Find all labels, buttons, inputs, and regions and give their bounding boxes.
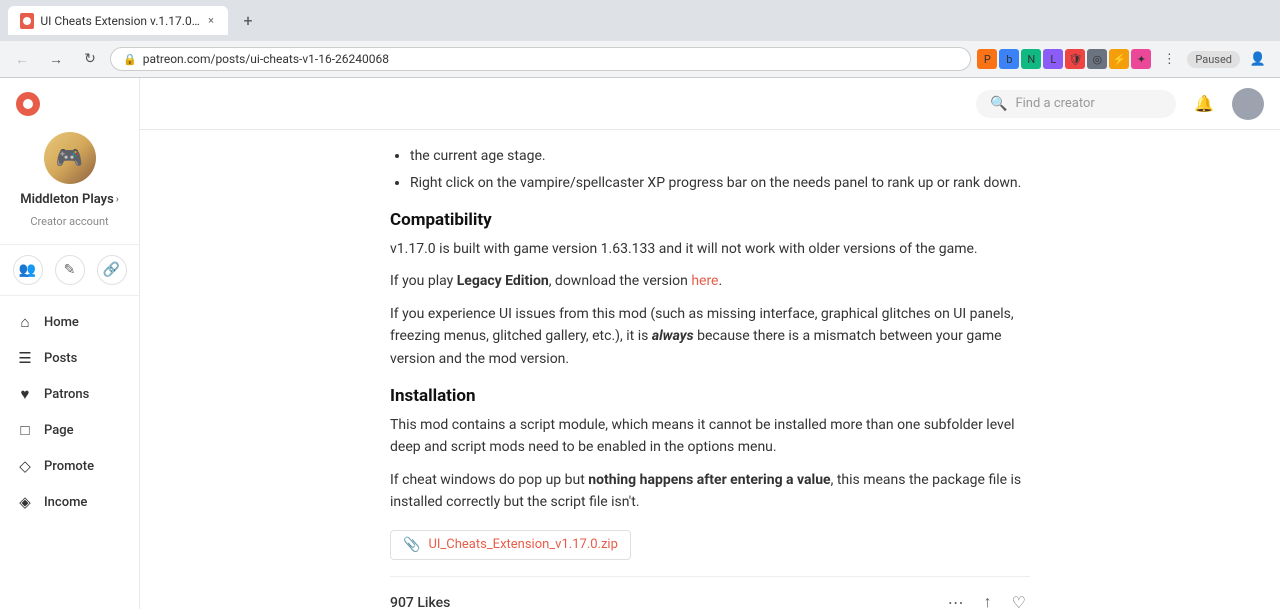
attachment-icon: 📎	[403, 537, 420, 553]
sidebar-item-promote-label: Promote	[44, 459, 94, 474]
ext-icon-2[interactable]: b	[999, 49, 1019, 69]
sidebar-item-home-label: Home	[44, 315, 79, 330]
ext-icon-1[interactable]: P	[977, 49, 997, 69]
posts-icon: ☰	[16, 349, 34, 367]
likes-count: 907 Likes	[390, 595, 450, 609]
compat-text-2: If you play Legacy Edition, download the…	[390, 270, 1030, 292]
sidebar-item-posts[interactable]: ☰ Posts	[0, 340, 139, 376]
lock-icon: 🔒	[123, 53, 137, 66]
browser-tab[interactable]: UI Cheats Extension v.1.17.0 | w... ×	[8, 6, 228, 35]
compat-here-link[interactable]: here	[691, 273, 718, 289]
like-button[interactable]: ♡	[1008, 589, 1030, 609]
income-icon: ◈	[16, 493, 34, 511]
sidebar-item-home[interactable]: ⌂ Home	[0, 304, 139, 340]
compat-text-2-suffix: , download the version	[549, 273, 692, 289]
ext-icon-6[interactable]: ◎	[1087, 49, 1107, 69]
more-options-button[interactable]: ⋯	[944, 589, 968, 609]
address-bar[interactable]: 🔒 patreon.com/posts/ui-cheats-v1-16-2624…	[110, 47, 971, 71]
creator-role: Creator account	[30, 215, 108, 228]
install-text-2-prefix: If cheat windows do pop up but	[390, 472, 588, 488]
search-placeholder: Find a creator	[1015, 96, 1094, 111]
compatibility-heading: Compatibility	[390, 210, 1030, 230]
sidebar-item-patrons-label: Patrons	[44, 387, 89, 402]
action-buttons: ⋯ ↑ ♡	[944, 589, 1030, 609]
page-icon: □	[16, 421, 34, 439]
bullet-list: the current age stage. Right click on th…	[390, 146, 1030, 194]
attachment-link[interactable]: 📎 UI_Cheats_Extension_v1.17.0.zip	[390, 530, 631, 560]
creator-avatar: 🎮	[44, 132, 96, 184]
sidebar-item-page[interactable]: □ Page	[0, 412, 139, 448]
sidebar: 🎮 Middleton Plays › Creator account 👥 ✎ …	[0, 78, 140, 609]
creator-name: Middleton Plays ›	[20, 192, 119, 207]
compat-text-1: v1.17.0 is built with game version 1.63.…	[390, 238, 1030, 260]
ext-icon-8[interactable]: ✦	[1131, 49, 1151, 69]
favicon-icon	[20, 13, 34, 29]
browser-actions: P b N L 🛡 ◎ ⚡ ✦ ⋮ Paused 👤	[977, 45, 1272, 73]
browser-chrome: UI Cheats Extension v.1.17.0 | w... × + …	[0, 0, 1280, 78]
install-text-1: This mod contains a script module, which…	[390, 414, 1030, 459]
post-actions: 907 Likes ⋯ ↑ ♡	[390, 576, 1030, 609]
ext-icon-7[interactable]: ⚡	[1109, 49, 1129, 69]
compat-text-2-prefix: If you play	[390, 273, 457, 289]
profile-button[interactable]: 👤	[1244, 45, 1272, 73]
sidebar-icon-edit[interactable]: ✎	[55, 255, 85, 285]
url-text: patreon.com/posts/ui-cheats-v1-16-262400…	[143, 52, 389, 66]
bullet-item-1: the current age stage.	[410, 146, 1030, 167]
ext-icon-5[interactable]: 🛡	[1065, 49, 1085, 69]
attachment-filename: UI_Cheats_Extension_v1.17.0.zip	[428, 537, 617, 552]
back-button[interactable]: ←	[8, 45, 36, 73]
creator-chevron: ›	[116, 194, 119, 205]
user-avatar[interactable]	[1232, 88, 1264, 120]
home-icon: ⌂	[16, 313, 34, 331]
search-box[interactable]: 🔍 Find a creator	[976, 90, 1176, 118]
sidebar-header: 🎮 Middleton Plays › Creator account	[0, 116, 139, 245]
extensions-button[interactable]: ⋮	[1155, 45, 1183, 73]
bullet-item-2: Right click on the vampire/spellcaster X…	[410, 173, 1030, 194]
sidebar-item-page-label: Page	[44, 423, 74, 438]
installation-heading: Installation	[390, 386, 1030, 406]
compat-text-3: If you experience UI issues from this mo…	[390, 303, 1030, 370]
share-button[interactable]: ↑	[980, 590, 996, 609]
sidebar-item-promote[interactable]: ◇ Promote	[0, 448, 139, 484]
browser-titlebar: UI Cheats Extension v.1.17.0 | w... × +	[0, 0, 1280, 41]
browser-navbar: ← → ↻ 🔒 patreon.com/posts/ui-cheats-v1-1…	[0, 41, 1280, 77]
content-wrapper: the current age stage. Right click on th…	[370, 130, 1050, 609]
content-area[interactable]: the current age stage. Right click on th…	[140, 130, 1280, 609]
sidebar-icon-link[interactable]: 🔗	[97, 255, 127, 285]
install-bold: nothing happens after entering a value	[588, 472, 830, 488]
paused-badge: Paused	[1187, 51, 1240, 68]
attachment-container: 📎 UI_Cheats_Extension_v1.17.0.zip	[390, 524, 1030, 560]
refresh-button[interactable]: ↻	[76, 45, 104, 73]
new-tab-button[interactable]: +	[236, 9, 260, 33]
sidebar-item-income[interactable]: ◈ Income	[0, 484, 139, 520]
patrons-icon: ♥	[16, 385, 34, 403]
install-text-2: If cheat windows do pop up but nothing h…	[390, 469, 1030, 514]
compat-bold: Legacy Edition	[457, 273, 549, 289]
promote-icon: ◇	[16, 457, 34, 475]
sidebar-nav: ⌂ Home ☰ Posts ♥ Patrons □ Page ◇ Promot…	[0, 296, 139, 609]
compat-italic-bold: always	[652, 328, 694, 344]
notifications-button[interactable]: 🔔	[1188, 88, 1220, 120]
tab-close-button[interactable]: ×	[206, 12, 216, 29]
ext-icon-4[interactable]: L	[1043, 49, 1063, 69]
sidebar-item-posts-label: Posts	[44, 351, 77, 366]
sidebar-item-patrons[interactable]: ♥ Patrons	[0, 376, 139, 412]
app-layout: 🎮 Middleton Plays › Creator account 👥 ✎ …	[0, 78, 1280, 609]
patreon-logo-icon	[16, 92, 40, 116]
top-bar: 🔍 Find a creator 🔔	[140, 78, 1280, 130]
forward-button[interactable]: →	[42, 45, 70, 73]
search-icon: 🔍	[990, 96, 1007, 112]
sidebar-icon-community[interactable]: 👥	[13, 255, 43, 285]
tab-title: UI Cheats Extension v.1.17.0 | w...	[40, 14, 200, 28]
sidebar-icons: 👥 ✎ 🔗	[0, 245, 139, 296]
extension-icons: P b N L 🛡 ◎ ⚡ ✦	[977, 49, 1151, 69]
ext-icon-3[interactable]: N	[1021, 49, 1041, 69]
main-content: 🔍 Find a creator 🔔 the current age stage…	[140, 78, 1280, 609]
sidebar-item-income-label: Income	[44, 495, 87, 510]
